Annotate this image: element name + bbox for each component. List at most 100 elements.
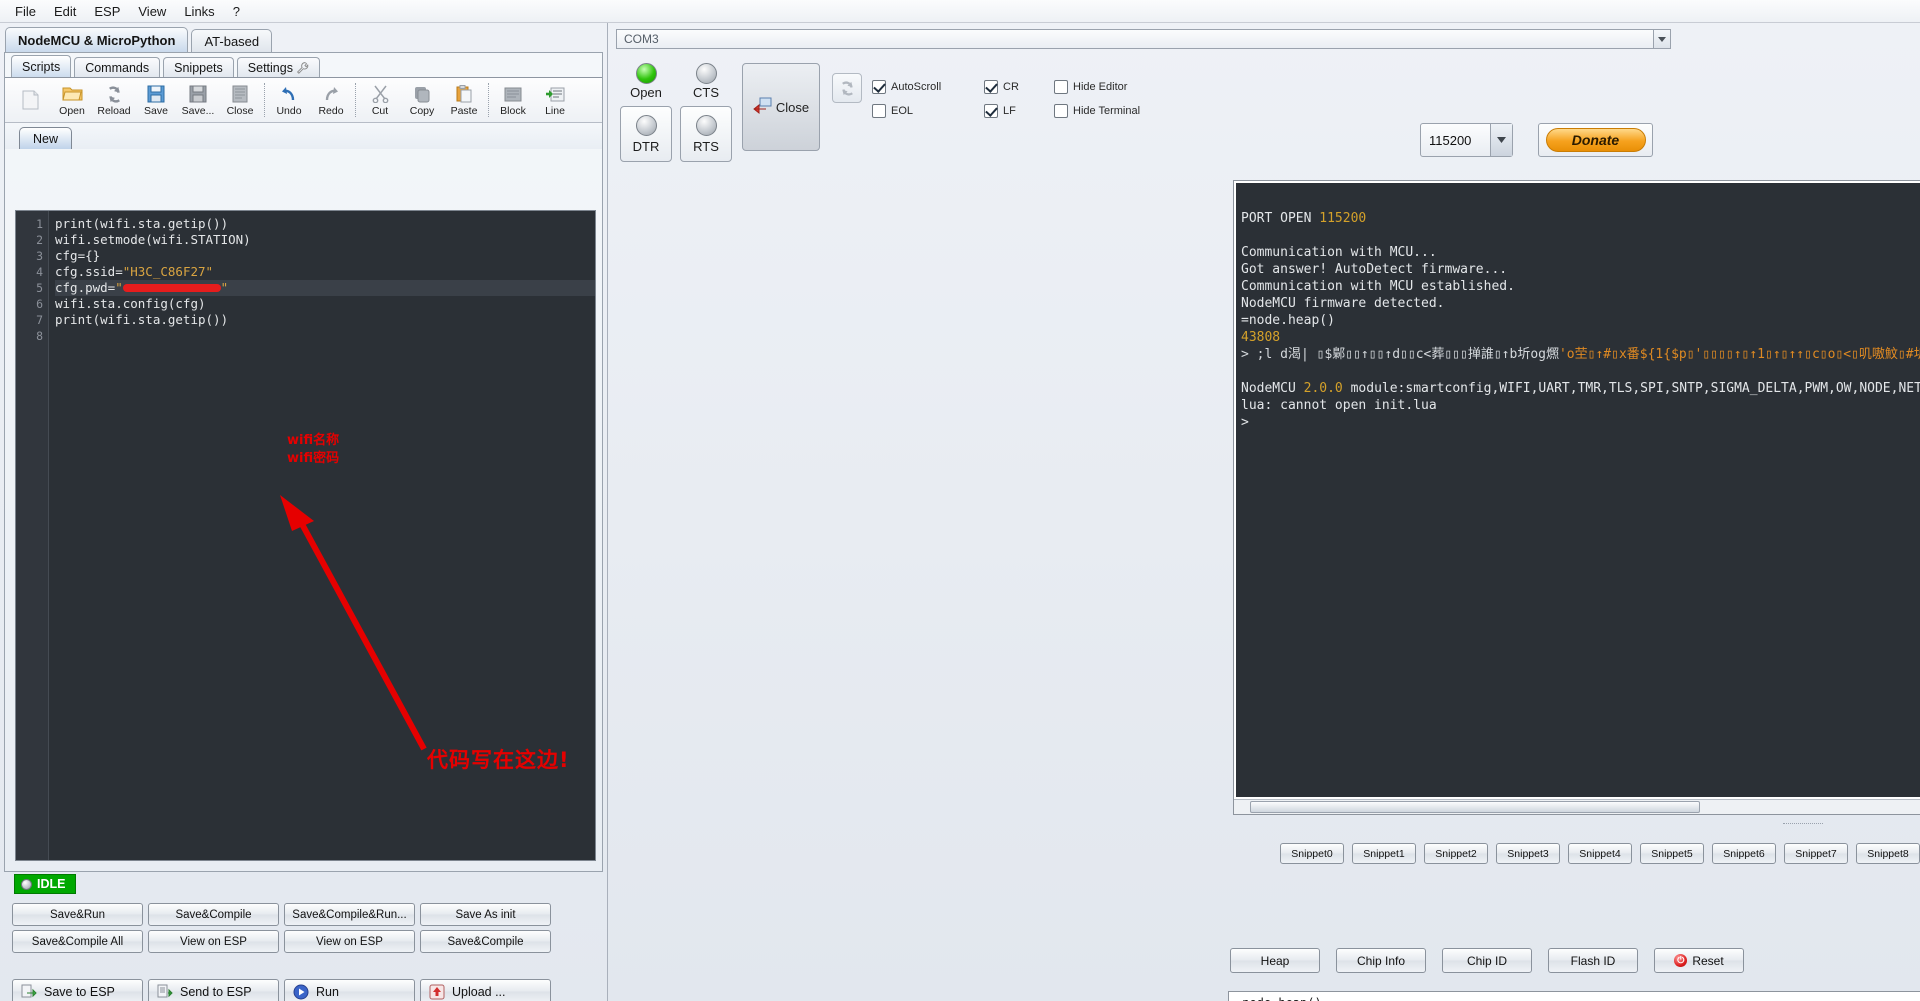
snippet-button-4[interactable]: Snippet4 xyxy=(1568,843,1632,864)
toolbar-block[interactable]: Block xyxy=(492,78,534,122)
toolbar-save[interactable]: Save xyxy=(135,78,177,122)
terminal-number: 115200 xyxy=(1319,211,1367,226)
tab-commands-label: Commands xyxy=(85,60,150,75)
toolbar-cut[interactable]: Cut xyxy=(359,78,401,122)
cr-label: CR xyxy=(1003,81,1019,93)
save-and-compile-all-button[interactable]: Save&Compile All xyxy=(12,930,143,953)
open-indicator[interactable]: Open DTR xyxy=(616,53,676,162)
file-tab-new[interactable]: New xyxy=(19,127,73,149)
terminal-output[interactable]: PORT OPEN 115200 Communication with MCU.… xyxy=(1234,181,1920,799)
tab-commands[interactable]: Commands xyxy=(74,57,161,77)
chip-info-button[interactable]: Chip Info xyxy=(1336,948,1426,973)
toolbar-redo[interactable]: Redo xyxy=(310,78,352,122)
status-badge-label: IDLE xyxy=(37,877,66,891)
menu-item-help[interactable]: ? xyxy=(224,2,249,21)
hide-editor-label: Hide Editor xyxy=(1073,81,1128,93)
tab-scripts[interactable]: Scripts xyxy=(11,55,72,77)
view-on-esp-button-1[interactable]: View on ESP xyxy=(148,930,279,953)
save-to-esp-button[interactable]: Save to ESP xyxy=(12,979,143,1001)
scissors-icon xyxy=(372,84,389,105)
dtr-label: DTR xyxy=(632,138,660,154)
baud-rate-value: 115200 xyxy=(1429,132,1472,148)
heap-button[interactable]: Heap xyxy=(1230,948,1320,973)
chevron-down-icon[interactable] xyxy=(1490,124,1512,156)
power-reset-icon: ⏻ xyxy=(1674,954,1688,967)
run-icon xyxy=(293,984,309,999)
toolbar-new[interactable] xyxy=(9,78,51,122)
toolbar-close[interactable]: Close xyxy=(219,78,261,122)
code-line: print(wifi.sta.getip()) xyxy=(55,312,229,327)
code-text-area[interactable]: print(wifi.sta.getip()) wifi.setmode(wif… xyxy=(49,211,595,860)
menu-item-edit[interactable]: Edit xyxy=(45,2,85,21)
snippet-button-row: Snippet0 Snippet1 Snippet2 Snippet3 Snip… xyxy=(1280,843,1920,864)
baud-rate-select[interactable]: 115200 xyxy=(1420,123,1513,157)
snippet-button-8[interactable]: Snippet8 xyxy=(1856,843,1920,864)
snippet-button-2[interactable]: Snippet2 xyxy=(1424,843,1488,864)
toolbar-undo[interactable]: Undo xyxy=(268,78,310,122)
save-and-compile-button-2[interactable]: Save&Compile xyxy=(420,930,551,953)
code-line: cfg={} xyxy=(55,248,101,263)
tab-snippets[interactable]: Snippets xyxy=(163,57,234,77)
chip-id-button[interactable]: Chip ID xyxy=(1442,948,1532,973)
hide-terminal-checkbox[interactable]: Hide Terminal xyxy=(1054,104,1164,118)
lf-checkbox[interactable]: LF xyxy=(984,104,1054,118)
terminal-line: > ;l d渴| ▯$鄡▯▯↑▯▯↑d▯▯c<葬▯▯▯掸誰▯↑b圻og燳'o茔▯… xyxy=(1241,346,1920,363)
eol-checkbox[interactable]: EOL xyxy=(872,104,984,118)
code-editor[interactable]: 1 2 3 4 5 6 7 8 print(wifi.sta.getip()) … xyxy=(15,210,596,861)
view-on-esp-button-2[interactable]: View on ESP xyxy=(284,930,415,953)
autoscroll-checkbox[interactable]: AutoScroll xyxy=(872,80,984,94)
toolbar-copy[interactable]: Copy xyxy=(401,78,443,122)
com-port-select[interactable]: COM3 xyxy=(616,29,1671,49)
reset-button[interactable]: ⏻ Reset xyxy=(1654,948,1744,973)
toolbar-reload[interactable]: Reload xyxy=(93,78,135,122)
cr-checkbox[interactable]: CR xyxy=(984,80,1054,94)
terminal-horizontal-scrollbar[interactable] xyxy=(1234,799,1920,814)
serial-control-bar: Open DTR CTS RTS Close AutoScroll CR Hid… xyxy=(616,53,1906,169)
toolbar-line[interactable]: Line xyxy=(534,78,576,122)
tab-settings[interactable]: Settings xyxy=(236,57,320,77)
close-port-icon xyxy=(753,97,772,115)
menu-item-links[interactable]: Links xyxy=(175,2,223,21)
chevron-down-icon[interactable] xyxy=(1653,30,1670,48)
flash-id-button[interactable]: Flash ID xyxy=(1548,948,1638,973)
line-number: 6 xyxy=(36,297,43,311)
hide-editor-checkbox[interactable]: Hide Editor xyxy=(1054,80,1164,94)
tab-at-based[interactable]: AT-based xyxy=(191,29,273,52)
terminal-hscroll-thumb[interactable] xyxy=(1250,801,1700,813)
menu-item-esp[interactable]: ESP xyxy=(85,2,129,21)
toolbar-separator-2 xyxy=(355,83,356,117)
send-to-esp-button[interactable]: Send to ESP xyxy=(148,979,279,1001)
snippet-button-6[interactable]: Snippet6 xyxy=(1712,843,1776,864)
donate-button[interactable]: Donate xyxy=(1538,123,1653,157)
snippet-button-1[interactable]: Snippet1 xyxy=(1352,843,1416,864)
toolbar-paste[interactable]: Paste xyxy=(443,78,485,122)
toolbar-open[interactable]: Open xyxy=(51,78,93,122)
refresh-ports-button[interactable] xyxy=(832,73,862,103)
upload-button[interactable]: Upload ... xyxy=(420,979,551,1001)
save-to-esp-icon xyxy=(21,984,37,997)
toolbar-save-as[interactable]: Save... xyxy=(177,78,219,122)
snippet-button-7[interactable]: Snippet7 xyxy=(1784,843,1848,864)
save-as-init-button[interactable]: Save As init xyxy=(420,903,551,926)
panel-divider[interactable] xyxy=(1783,823,1823,827)
snippet-button-3[interactable]: Snippet3 xyxy=(1496,843,1560,864)
command-input[interactable]: =node.heap() xyxy=(1228,991,1920,1001)
reload-icon xyxy=(105,84,124,105)
menu-item-view[interactable]: View xyxy=(129,2,175,21)
menu-item-file[interactable]: File xyxy=(6,2,45,21)
run-button[interactable]: Run xyxy=(284,979,415,1001)
dtr-button[interactable]: DTR xyxy=(620,106,672,162)
snippet-button-5[interactable]: Snippet5 xyxy=(1640,843,1704,864)
serial-terminal[interactable]: PORT OPEN 115200 Communication with MCU.… xyxy=(1233,180,1920,815)
tab-nodemcu-micropython[interactable]: NodeMCU & MicroPython xyxy=(5,27,189,52)
close-port-button[interactable]: Close xyxy=(742,63,820,151)
save-and-compile-button[interactable]: Save&Compile xyxy=(148,903,279,926)
floppy-save-icon xyxy=(147,84,165,105)
save-and-run-button[interactable]: Save&Run xyxy=(12,903,143,926)
save-compile-run-button[interactable]: Save&Compile&Run... xyxy=(284,903,415,926)
snippet-button-0[interactable]: Snippet0 xyxy=(1280,843,1344,864)
menu-bar: File Edit ESP View Links ? xyxy=(0,0,1920,23)
autoscroll-label: AutoScroll xyxy=(891,81,942,93)
rts-button[interactable]: RTS xyxy=(680,106,732,162)
